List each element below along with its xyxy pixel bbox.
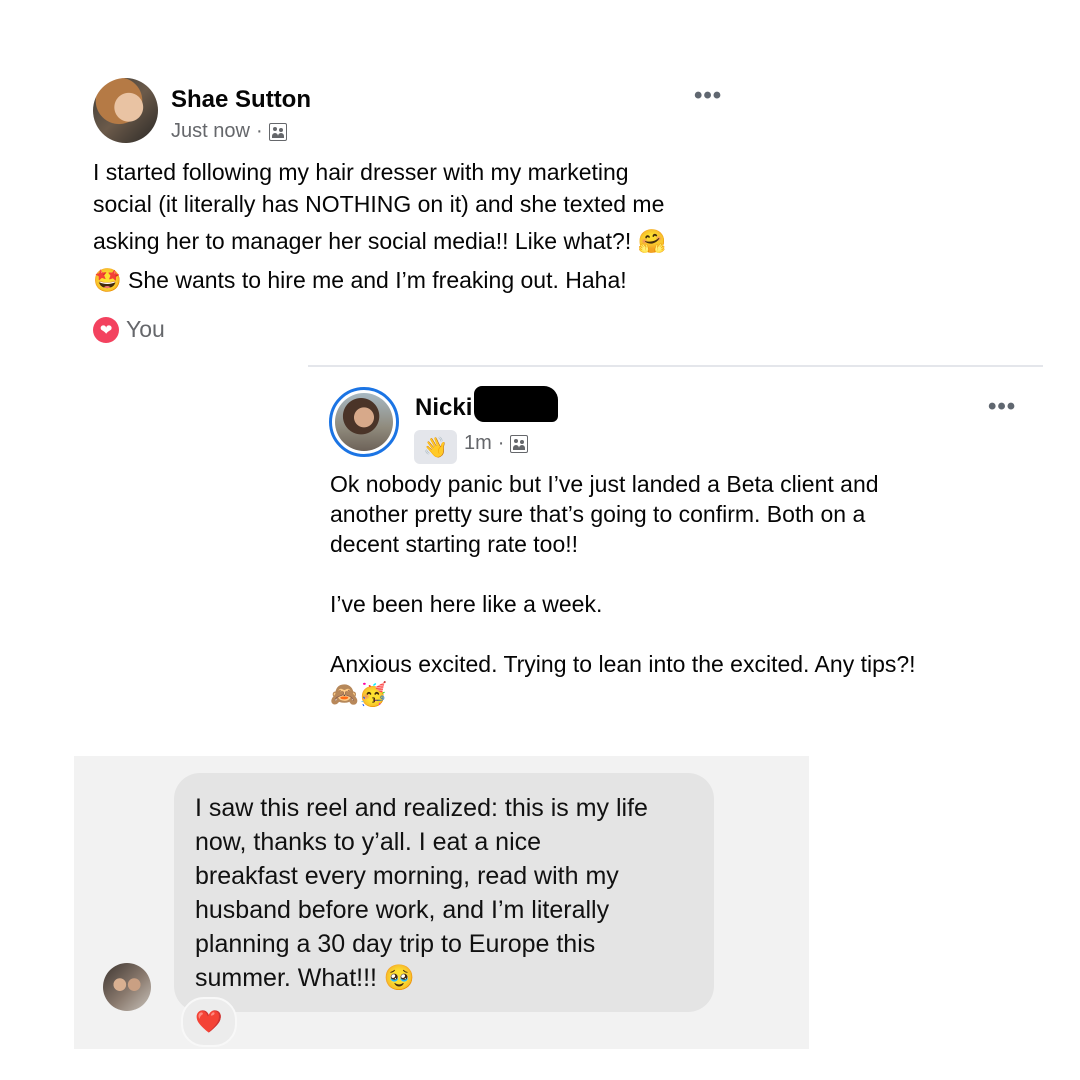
sender-avatar[interactable] [103,963,151,1011]
waving-hand-icon: 👋 [414,430,457,464]
shae-avatar[interactable] [93,78,158,143]
message-line: husband before work, and I’m literally [195,896,610,924]
divider [308,365,1043,367]
author-first-name: Nicki [415,394,473,421]
post-time[interactable]: Just now [171,120,250,143]
message-line: now, thanks to y’all. I eat a nice [195,828,542,856]
more-options-icon[interactable]: ••• [694,82,722,110]
post-body: Ok nobody panic but I’ve just landed a B… [330,469,1020,709]
post-author-name[interactable]: Shae Sutton [171,86,311,114]
post-emoji-line: 🙈🥳 [330,681,388,707]
post-text-line: Ok nobody panic but I’ve just landed a B… [330,471,879,497]
friends-icon [510,434,529,453]
post-text-line: social (it literally has NOTHING on it) … [93,191,665,217]
post-text-line: asking her to manager her social media!!… [93,228,667,254]
redaction-mark [474,386,559,422]
heart-icon: ❤ [93,316,119,343]
post-text-line: I’ve been here like a week. [330,591,603,617]
post-meta: 1m · [464,432,529,455]
post-time[interactable]: 1m [464,432,492,455]
post-meta: Just now · [171,120,287,143]
message-bubble[interactable]: I saw this reel and realized: this is my… [174,773,714,1012]
message-line: breakfast every morning, read with my [195,862,619,890]
post-author-name[interactable]: Nicki [415,386,559,426]
post-text-line: Anxious excited. Trying to lean into the… [330,651,916,677]
post-text-line: I started following my hair dresser with… [93,159,629,185]
post-text-line: decent starting rate too!! [330,531,579,557]
heart-reaction-icon[interactable]: ❤️ [181,997,237,1047]
post-body: I started following my hair dresser with… [93,156,733,296]
meta-separator: · [255,120,263,142]
message-line: planning a 30 day trip to Europe this [195,930,596,958]
post-text-line: 🤩 She wants to hire me and I’m freaking … [93,267,627,293]
message-line: summer. What!!! 🥹 [195,964,416,992]
friends-icon [268,122,287,141]
message-line: I saw this reel and realized: this is my… [195,794,648,822]
reaction-summary[interactable]: ❤ You [93,316,165,343]
message-text: I saw this reel and realized: this is my… [195,791,694,995]
reaction-label: You [126,316,165,342]
nicki-avatar[interactable] [329,387,399,457]
post-text-line: another pretty sure that’s going to conf… [330,501,866,527]
meta-separator: · [497,432,505,454]
avatar-photo [335,393,393,451]
more-options-icon[interactable]: ••• [988,393,1016,421]
